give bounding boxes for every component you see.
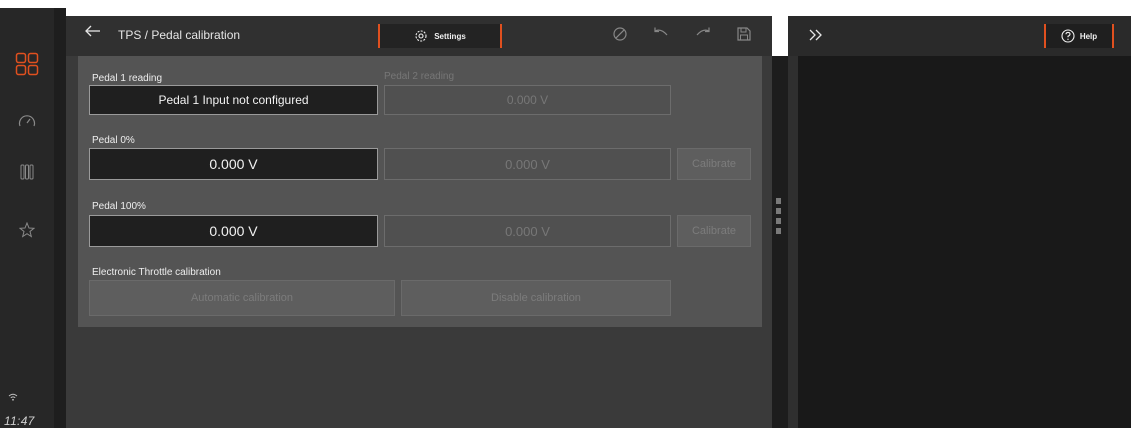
toolbar: TPS / Pedal calibration Settings <box>66 16 772 56</box>
gap-strip <box>54 8 66 428</box>
undo-button[interactable] <box>652 26 670 45</box>
question-icon <box>1061 29 1075 43</box>
page-title: TPS / Pedal calibration <box>118 28 241 42</box>
calibrate-pedal-100-button[interactable]: Calibrate <box>677 215 751 247</box>
undo-icon <box>654 27 668 36</box>
main-panel: TPS / Pedal calibration Settings Pedal 1… <box>66 16 772 428</box>
pedal-0-value-2[interactable]: 0.000 V <box>384 148 671 180</box>
sidebar-item-gauges[interactable] <box>0 114 54 128</box>
pedal-1-reading-field: Pedal 1 Input not configured <box>89 85 378 115</box>
gauge-icon <box>18 115 36 127</box>
help-button[interactable]: Help <box>1044 24 1114 48</box>
settings-button[interactable]: Settings <box>378 24 502 48</box>
sidebar-item-favorites[interactable] <box>0 222 54 238</box>
settings-label: Settings <box>434 31 466 41</box>
calibrate-pedal-0-button[interactable]: Calibrate <box>677 148 751 180</box>
pedal-100-value-2[interactable]: 0.000 V <box>384 215 671 247</box>
sidebar-item-columns[interactable] <box>0 164 54 180</box>
redo-button[interactable] <box>694 26 712 45</box>
automatic-calibration-button[interactable]: Automatic calibration <box>89 280 395 316</box>
pedal-100-label: Pedal 100% <box>92 201 146 212</box>
save-button[interactable] <box>736 26 752 47</box>
pedal-0-label: Pedal 0% <box>92 135 135 146</box>
pedal-calibration-card: Pedal 1 reading Pedal 2 reading Pedal 1 … <box>78 56 762 327</box>
pedal-1-reading-label: Pedal 1 reading <box>92 73 163 84</box>
disable-calibration-button[interactable]: Disable calibration <box>401 280 671 316</box>
redo-icon <box>696 27 710 36</box>
pedal-2-reading-label: Pedal 2 reading <box>384 71 455 82</box>
columns-icon <box>20 164 34 180</box>
splitter-handle[interactable] <box>776 198 781 234</box>
star-icon <box>19 222 35 238</box>
throttle-calibration-label: Electronic Throttle calibration <box>92 267 221 278</box>
sidebar-item-dashboard[interactable] <box>0 52 54 76</box>
help-label: Help <box>1079 31 1098 41</box>
expand-button[interactable] <box>808 28 824 47</box>
help-content <box>798 56 1131 428</box>
dashboard-grid-icon <box>15 52 39 76</box>
sidebar: 11:47 <box>0 8 54 428</box>
pedal-2-reading-field: 0.000 V <box>384 85 671 115</box>
arrow-left-icon <box>85 25 100 37</box>
pedal-100-value-1[interactable]: 0.000 V <box>89 215 378 247</box>
gear-icon <box>415 30 427 42</box>
clear-button[interactable] <box>612 26 628 47</box>
pedal-0-value-1[interactable]: 0.000 V <box>89 148 378 180</box>
save-icon <box>737 27 751 41</box>
help-panel: Help <box>788 16 1131 428</box>
panel-splitter[interactable] <box>772 56 788 428</box>
help-toolbar: Help <box>788 16 1131 56</box>
back-button[interactable] <box>84 24 102 43</box>
chevrons-right-icon <box>809 29 822 41</box>
prohibit-icon <box>613 27 627 41</box>
wifi-icon <box>8 388 18 406</box>
clock: 11:47 <box>4 414 35 428</box>
